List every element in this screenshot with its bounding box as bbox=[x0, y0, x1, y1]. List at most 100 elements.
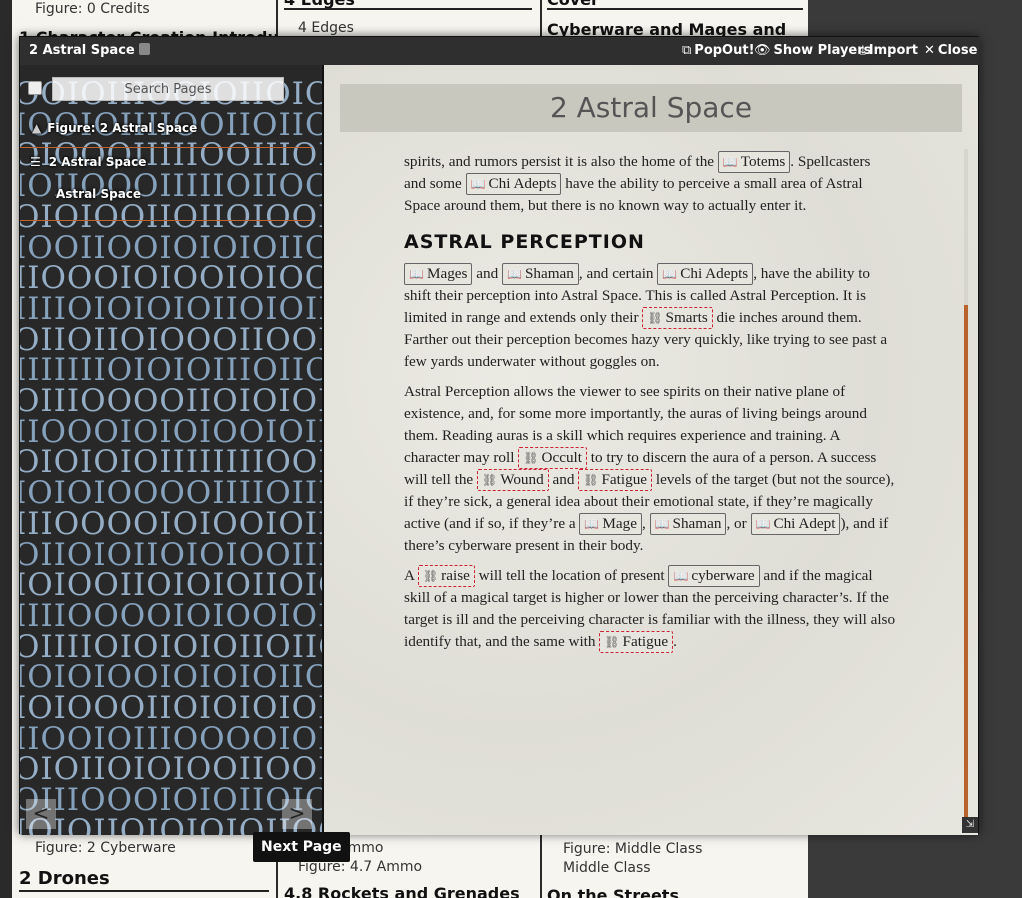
bg-item[interactable]: Middle Class bbox=[563, 860, 651, 876]
link-label: Mage bbox=[602, 515, 637, 532]
text: A bbox=[404, 567, 415, 584]
binary-row: OIIIOOOOIIOIOIOIIOI bbox=[20, 383, 322, 420]
sidebar-entry-figure[interactable]: ▲ Figure: 2 Astral Space bbox=[32, 121, 197, 135]
link-label: Fatigue bbox=[601, 471, 648, 488]
broken-link-icon: ⛓ bbox=[583, 473, 599, 487]
next-page-button[interactable]: > bbox=[282, 799, 312, 829]
close-button[interactable]: ✕ Close bbox=[924, 43, 977, 58]
paragraph: 📖 Mages and 📖 Shaman, and certain 📖 Chi Ade… bbox=[404, 263, 896, 373]
binary-row: OIOIOIOIIIIIIIIOOIO bbox=[20, 444, 322, 481]
broken-link-icon: ⛓ bbox=[604, 635, 620, 649]
scrollbar[interactable] bbox=[964, 149, 968, 819]
page-text: spirits, and rumors persist it is also t… bbox=[404, 151, 896, 661]
broken-link-icon: ⛓ bbox=[647, 311, 663, 325]
binary-row: IIIIOOOOIOIOOIOIIOO bbox=[20, 597, 322, 634]
window-title: 2 Astral Space bbox=[29, 43, 150, 58]
link-label: Smarts bbox=[665, 309, 708, 326]
image-icon: ▲ bbox=[32, 121, 42, 135]
list-icon: ☰ bbox=[30, 155, 41, 169]
binary-row: OIIOIOIIOIOIOOIIIOI bbox=[20, 536, 322, 573]
link-occult-broken[interactable]: ⛓ Occult bbox=[518, 447, 587, 469]
link-totems[interactable]: 📖 Totems bbox=[717, 151, 791, 173]
link-label: Chi Adept bbox=[773, 515, 836, 532]
binary-row: OIIIOOOIOIOIIOIOIIO bbox=[20, 782, 322, 819]
page-sidebar: OOIOIIIOOIOIIOIOIOIOOIOIIIIOOIIOIIOOIOIO… bbox=[20, 65, 322, 835]
page-title: 2 Astral Space bbox=[340, 84, 962, 132]
select-all-checkbox[interactable] bbox=[28, 81, 42, 95]
link-cyberware[interactable]: 📖 cyberware bbox=[668, 565, 760, 587]
bg-heading[interactable]: On the Streets bbox=[547, 886, 679, 898]
text: , bbox=[641, 515, 646, 532]
link-fatigue-broken[interactable]: ⛓ Fatigue bbox=[578, 469, 653, 491]
journal-window: 2 Astral Space ⧉ PopOut! 👁 Show Players ⤓ I… bbox=[19, 36, 980, 835]
book-icon: 📖 bbox=[722, 155, 738, 169]
search-row bbox=[26, 77, 316, 101]
bg-heading[interactable]: 4.8 Rockets and Grenades bbox=[284, 884, 520, 898]
sidebar-entry-subpage[interactable]: Astral Space bbox=[56, 187, 141, 201]
binary-row: IIOOOIOIOIOOIOIIOOI bbox=[20, 413, 322, 450]
book-icon: 📖 bbox=[584, 517, 600, 531]
link-label: raise bbox=[441, 567, 470, 584]
binary-row: OIOIOOIIOIIOIOOIIOO bbox=[20, 198, 322, 235]
book-icon: 📖 bbox=[654, 517, 670, 531]
journal-page: 2 Astral Space spirits, and rumors persi… bbox=[322, 65, 978, 835]
link-shaman[interactable]: 📖 Shaman bbox=[649, 513, 727, 535]
bg-item[interactable]: Figure: 0 Credits bbox=[35, 1, 150, 17]
link-chi-adept[interactable]: 📖 Chi Adept bbox=[750, 513, 841, 535]
link-label: cyberware bbox=[691, 567, 755, 584]
book-icon: 📖 bbox=[662, 267, 678, 281]
close-icon: ✕ bbox=[924, 43, 935, 58]
book-icon: 📖 bbox=[673, 569, 689, 583]
sidebar-entry-page[interactable]: ☰ 2 Astral Space bbox=[30, 155, 146, 169]
popout-button[interactable]: ⧉ PopOut! bbox=[682, 43, 755, 58]
sidebar-entry-label: 2 Astral Space bbox=[48, 155, 147, 169]
text: spirits, and rumors persist it is also t… bbox=[404, 153, 715, 170]
link-smarts-broken[interactable]: ⛓ Smarts bbox=[642, 307, 713, 329]
link-chi-adepts[interactable]: 📖 Chi Adepts bbox=[657, 263, 754, 285]
window-title-text: 2 Astral Space bbox=[29, 43, 135, 58]
bg-heading[interactable]: 2 Drones bbox=[19, 868, 110, 889]
link-mages[interactable]: 📖 Mages bbox=[404, 263, 473, 285]
text: . bbox=[673, 633, 677, 650]
show-players-button[interactable]: 👁 Show Players bbox=[754, 43, 871, 58]
link-shaman[interactable]: 📖 Shaman bbox=[501, 263, 579, 285]
link-mage[interactable]: 📖 Mage bbox=[579, 513, 642, 535]
broken-link-icon: ⛓ bbox=[481, 473, 498, 487]
binary-row: IOIOIOOOOIIIIOIIIOI bbox=[20, 475, 322, 512]
link-label: Shaman bbox=[672, 515, 722, 532]
next-page-tooltip: Next Page bbox=[253, 832, 350, 862]
download-icon: ⤓ bbox=[860, 43, 866, 58]
link-raise-broken[interactable]: ⛓ raise bbox=[417, 565, 475, 587]
book-icon: 📖 bbox=[755, 517, 771, 531]
section-heading: ASTRAL PERCEPTION bbox=[404, 231, 645, 253]
text: , or bbox=[726, 515, 747, 532]
previous-page-button[interactable]: < bbox=[26, 799, 56, 829]
binary-row: IOOIIOOIOIOIOIIOIIO bbox=[20, 229, 322, 266]
close-label: Close bbox=[937, 43, 978, 58]
import-label: Import bbox=[868, 43, 918, 58]
resize-handle-icon[interactable]: ⇲ bbox=[962, 817, 978, 833]
bg-item[interactable]: 4 Edges bbox=[298, 20, 354, 36]
link-chi-adepts[interactable]: 📖 Chi Adepts bbox=[465, 173, 562, 195]
bg-item[interactable]: Figure: Middle Class bbox=[563, 841, 702, 857]
binary-row: IIIOOOOIOIOOIOIIOII bbox=[20, 505, 322, 542]
binary-row: IIIIOIOIOIOIIOIOIII bbox=[20, 290, 322, 327]
sidebar-entry-label: Figure: 2 Astral Space bbox=[47, 121, 198, 135]
link-wound-broken[interactable]: ⛓ Wound bbox=[476, 469, 549, 491]
binary-row: OIIIIOIOIOIOIIOIIOI bbox=[20, 628, 322, 665]
binary-row: IIOOIOIIIOOOOIOIIOO bbox=[20, 720, 322, 757]
import-button[interactable]: ⤓ Import bbox=[860, 43, 918, 58]
binary-row: IOIOOOIIOIOIOIOIOII bbox=[20, 690, 322, 727]
link-label: Chi Adepts bbox=[488, 175, 557, 192]
window-titlebar[interactable]: 2 Astral Space ⧉ PopOut! 👁 Show Players ⤓ I… bbox=[20, 37, 980, 65]
scrollbar-thumb[interactable] bbox=[964, 305, 968, 819]
link-label: Occult bbox=[541, 449, 582, 466]
divider bbox=[20, 220, 312, 221]
link-fatigue-broken[interactable]: ⛓ Fatigue bbox=[599, 631, 674, 653]
bg-item[interactable]: Figure: 2 Cyberware bbox=[35, 840, 176, 856]
book-icon: 📖 bbox=[470, 177, 486, 191]
divider bbox=[19, 890, 269, 892]
popout-label: PopOut! bbox=[694, 43, 755, 58]
search-pages-input[interactable] bbox=[52, 77, 284, 101]
divider bbox=[284, 8, 532, 10]
